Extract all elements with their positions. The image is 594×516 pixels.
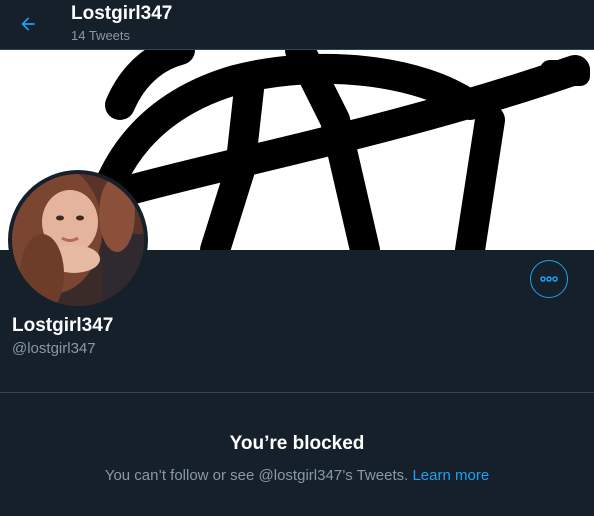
profile-page: Lostgirl347 14 Tweets Lostgirl347 @lostg… [0, 0, 594, 516]
tweet-count: 14 Tweets [71, 28, 131, 43]
learn-more-link[interactable]: Learn more [412, 467, 489, 484]
blocked-title: You’re blocked [229, 433, 365, 454]
back-button[interactable] [10, 6, 46, 42]
more-options-button[interactable] [530, 260, 568, 298]
profile-display-name: Lostgirl347 [12, 315, 114, 336]
blocked-message: You can’t follow or see @lostgirl347’s T… [104, 467, 409, 484]
header-title: Lostgirl347 [71, 3, 173, 24]
header-title-block: Lostgirl347 14 Tweets [71, 3, 172, 44]
section-divider [0, 392, 594, 393]
top-bar: Lostgirl347 14 Tweets [0, 0, 594, 50]
avatar-photo [12, 174, 144, 306]
blocked-message-row: You can’t follow or see @lostgirl347’s T… [0, 466, 594, 486]
more-horizontal-icon [540, 276, 558, 282]
arrow-left-icon [21, 17, 35, 31]
profile-handle: @lostgirl347 [12, 340, 96, 357]
profile-avatar[interactable] [8, 170, 148, 310]
